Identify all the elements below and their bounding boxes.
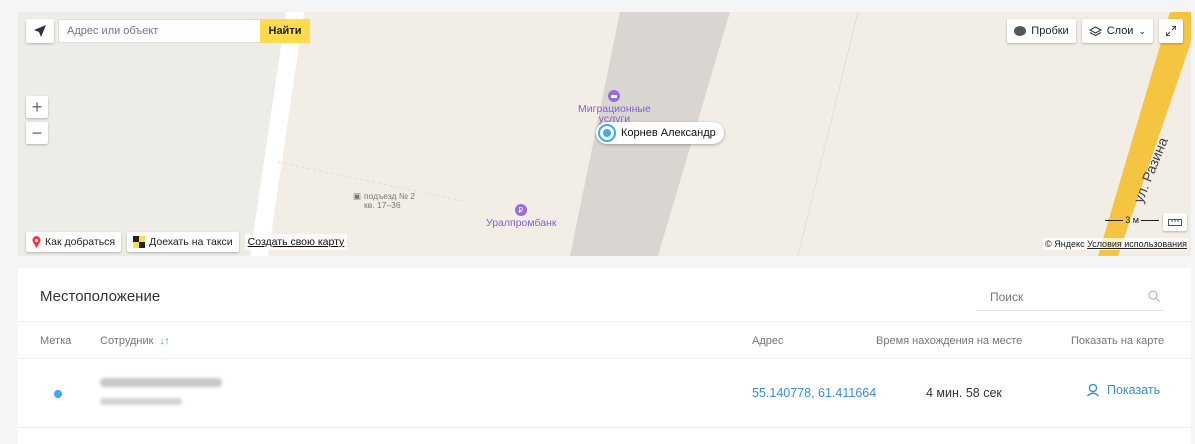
route-button[interactable]: Как добраться — [26, 232, 122, 252]
svg-text:₽: ₽ — [519, 206, 524, 215]
terms-link[interactable]: Условия использования — [1087, 239, 1187, 249]
map-pin-icon — [32, 236, 41, 248]
employee-position-redacted — [100, 398, 182, 405]
expand-icon — [1166, 26, 1176, 36]
zoom-in-button[interactable]: + — [26, 96, 48, 118]
time-on-site: 4 мин. 58 сек — [926, 386, 1002, 400]
traffic-label: Пробки — [1031, 25, 1069, 37]
migration-poi-icon — [608, 90, 621, 102]
map-scale: 3 м — [1105, 215, 1159, 225]
panel-title: Местоположение — [40, 288, 161, 305]
search-icon[interactable] — [1148, 290, 1160, 302]
map-copyright: © Яндекс Условия использования — [1043, 238, 1189, 250]
employee-marker-name: Корнев Александр — [621, 127, 716, 139]
employee-marker[interactable]: Корнев Александр — [596, 122, 724, 144]
status-dot — [54, 390, 62, 398]
route-label: Как добраться — [45, 236, 116, 248]
taxi-button[interactable]: Доехать на такси — [127, 232, 239, 252]
ruler-icon — [1168, 218, 1182, 226]
coordinates-link[interactable]: 55.140778, 61.411664 — [752, 386, 876, 400]
scale-label: 3 м — [1125, 215, 1139, 225]
fullscreen-button[interactable] — [1159, 19, 1183, 43]
copyright-prefix: © Яндекс — [1045, 239, 1085, 249]
taxi-label: Доехать на такси — [149, 236, 233, 248]
map-view[interactable]: Найти + − Пробки Слои ⌄ Миграционные усл… — [18, 12, 1191, 256]
panel-search — [976, 285, 1164, 311]
poi-bank[interactable]: ₽ Уралпромбанк — [486, 204, 556, 229]
person-location-icon — [598, 124, 616, 142]
entrance-icon: ▣ — [353, 191, 362, 201]
create-map-link[interactable]: Создать свою карту — [244, 234, 348, 250]
map-bottom-controls: Как добраться Доехать на такси Создать с… — [26, 232, 348, 252]
zoom-out-button[interactable]: − — [26, 122, 48, 144]
divider — [18, 321, 1191, 322]
traffic-icon — [1014, 26, 1027, 36]
panel-search-input[interactable] — [976, 285, 1136, 309]
find-button[interactable]: Найти — [260, 19, 310, 43]
col-address: Адрес — [752, 335, 784, 347]
map-top-controls: Пробки Слои ⌄ — [1007, 19, 1183, 43]
map-search-bar: Найти — [26, 19, 310, 43]
col-mark: Метка — [40, 335, 72, 347]
col-employee-label: Сотрудник — [100, 335, 154, 347]
user-location-icon — [1087, 383, 1099, 397]
locate-button[interactable] — [26, 19, 54, 43]
ruler-button[interactable] — [1163, 213, 1187, 231]
zoom-controls: + − — [26, 96, 48, 144]
entrance-line2: кв. 17–36 — [364, 200, 401, 210]
col-show-on-map: Показать на карте — [1071, 335, 1165, 347]
layers-icon — [1088, 25, 1102, 36]
chevron-down-icon: ⌄ — [1138, 25, 1146, 36]
layers-button[interactable]: Слои ⌄ — [1081, 19, 1153, 43]
col-employee[interactable]: Сотрудник ↓↑ — [100, 335, 169, 347]
divider — [18, 427, 1191, 428]
location-arrow-icon — [34, 25, 46, 37]
employee-name-redacted — [100, 378, 222, 387]
show-on-map-button[interactable]: Показать — [1086, 383, 1160, 397]
sort-icon[interactable]: ↓↑ — [159, 336, 169, 347]
traffic-button[interactable]: Пробки — [1007, 19, 1076, 43]
layers-label: Слои — [1106, 25, 1134, 37]
address-search-input[interactable] — [58, 19, 260, 43]
location-panel: Местоположение Метка Сотрудник ↓↑ Адрес В… — [18, 268, 1191, 444]
divider — [18, 358, 1191, 359]
bank-poi-icon: ₽ — [515, 204, 528, 216]
show-on-map-label: Показать — [1107, 383, 1161, 397]
poi-migration[interactable]: Миграционные услуги — [578, 90, 651, 125]
col-time: Время нахождения на месте — [876, 335, 1023, 347]
poi-bank-label: Уралпромбанк — [486, 217, 557, 229]
taxi-icon — [133, 236, 146, 248]
entrance-label: ▣ подъезд № 2 кв. 17–36 — [353, 192, 415, 210]
